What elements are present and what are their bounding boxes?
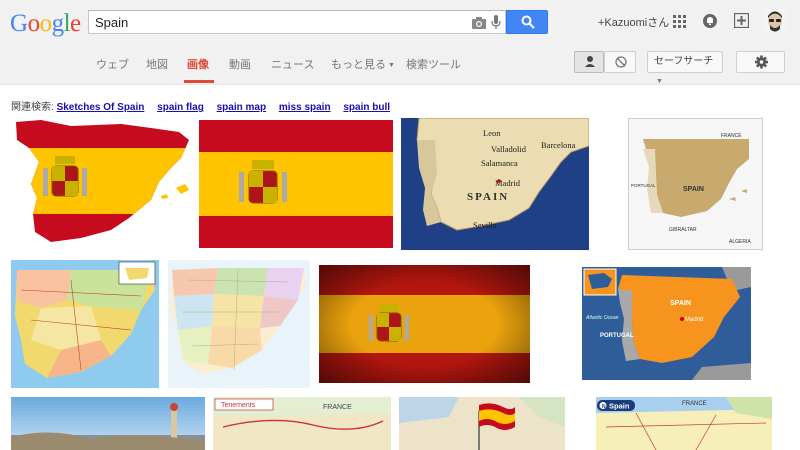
settings-button[interactable] [736,51,785,73]
caret-down-icon: ▼ [656,78,663,85]
avatar[interactable] [763,9,787,33]
image-result-spain-flag[interactable] [199,120,393,248]
map-label-spain: SPAIN [683,186,704,193]
tab-images[interactable]: 画像 [187,56,209,72]
map-label-leon: Leon [483,128,501,138]
image-result-spain-road-map[interactable]: N Spain FRANCE [596,397,772,450]
search-icon [521,15,535,29]
map-label-barcelona: Barcelona [541,140,576,150]
active-tab-indicator [184,80,214,83]
image-result-spain-map-cities[interactable]: Leon Valladolid Salamanca Barcelona Madr… [401,118,589,250]
person-icon [585,56,595,67]
map-label-gibraltar: GIBRALTAR [669,227,697,233]
map-label-atlantic-ocean: Atlantic Ocean [585,315,619,321]
map-label-portugal: PORTUGAL [631,183,656,188]
map-label-tenements: Tenements [221,402,256,409]
personal-results-button[interactable] [574,51,604,73]
safe-search-label: セーフサーチ [654,56,714,67]
global-results-button[interactable] [604,51,636,73]
tab-web[interactable]: ウェブ [96,56,129,72]
related-link-miss-spain[interactable]: miss spain [279,102,331,113]
map-label-salamanca: Salamanca [481,158,518,168]
map-label-spain: SPAIN [670,300,691,307]
image-result-spain-flag-map-silhouette[interactable] [11,118,191,250]
svg-text:N: N [602,404,606,410]
map-label-portugal: PORTUGAL [600,333,634,339]
related-label: 関連検索: [11,102,54,113]
tab-news[interactable]: ニュース [271,56,314,72]
image-result-spain-political-map[interactable] [11,260,159,388]
microphone-icon[interactable] [491,15,501,30]
tab-search-tools[interactable]: 検索ツール [406,56,461,72]
map-label-spain: SPAIN [467,191,509,203]
search-box[interactable] [88,10,506,34]
camera-icon[interactable] [472,16,486,29]
map-label-valladolid: Valladolid [491,144,527,154]
tab-more-label: もっと見る [331,59,386,71]
image-result-spain-flag-grunge[interactable] [319,265,530,383]
image-result-spain-map-beige[interactable]: FRANCE PORTUGAL SPAIN GIBRALTAR ALGERIA [628,118,763,250]
image-result-spain-flag-pin-map[interactable] [399,397,565,450]
google-logo[interactable]: Google [10,10,81,38]
globe-icon [615,56,627,68]
tab-videos[interactable]: 動画 [229,56,251,72]
tab-more[interactable]: もっと見る ▼ [331,56,395,72]
map-label-madrid: Madrid [685,317,703,323]
image-result-barcelona-park-photo[interactable] [11,397,205,450]
related-link-spain-flag[interactable]: spain flag [157,102,204,113]
apps-grid-icon[interactable] [673,15,686,28]
image-result-spain-orange-map[interactable]: SPAIN Madrid PORTUGAL Atlantic Ocean [582,267,751,380]
related-searches: 関連検索: Sketches Of Spain spain flag spain… [11,98,400,113]
map-label-france: FRANCE [682,401,707,407]
map-label-algeria: ALGERIA [729,239,751,245]
user-name-link[interactable]: +Kazuomiさん [598,14,669,30]
map-label-sevilla: Sevilla [473,220,497,230]
related-link-sketches-of-spain[interactable]: Sketches Of Spain [57,102,145,113]
gear-icon [755,55,768,69]
search-button[interactable] [506,10,548,34]
map-label-france: FRANCE [721,133,742,139]
share-plus-icon[interactable] [734,13,749,28]
related-link-spain-map[interactable]: spain map [217,102,266,113]
caret-down-icon: ▼ [388,61,395,69]
tab-maps[interactable]: 地図 [146,56,168,72]
image-result-tenements-route-map[interactable]: Tenements FRANCE [213,397,391,450]
map-label-spain: Spain [609,402,630,411]
image-result-spain-regions-map[interactable] [168,260,310,388]
map-label-france: FRANCE [323,404,352,411]
notification-bell-icon[interactable] [703,13,717,29]
search-input[interactable] [95,14,455,30]
safe-search-dropdown[interactable]: セーフサーチ ▼ [647,51,723,85]
related-link-spain-bull[interactable]: spain bull [343,102,390,113]
